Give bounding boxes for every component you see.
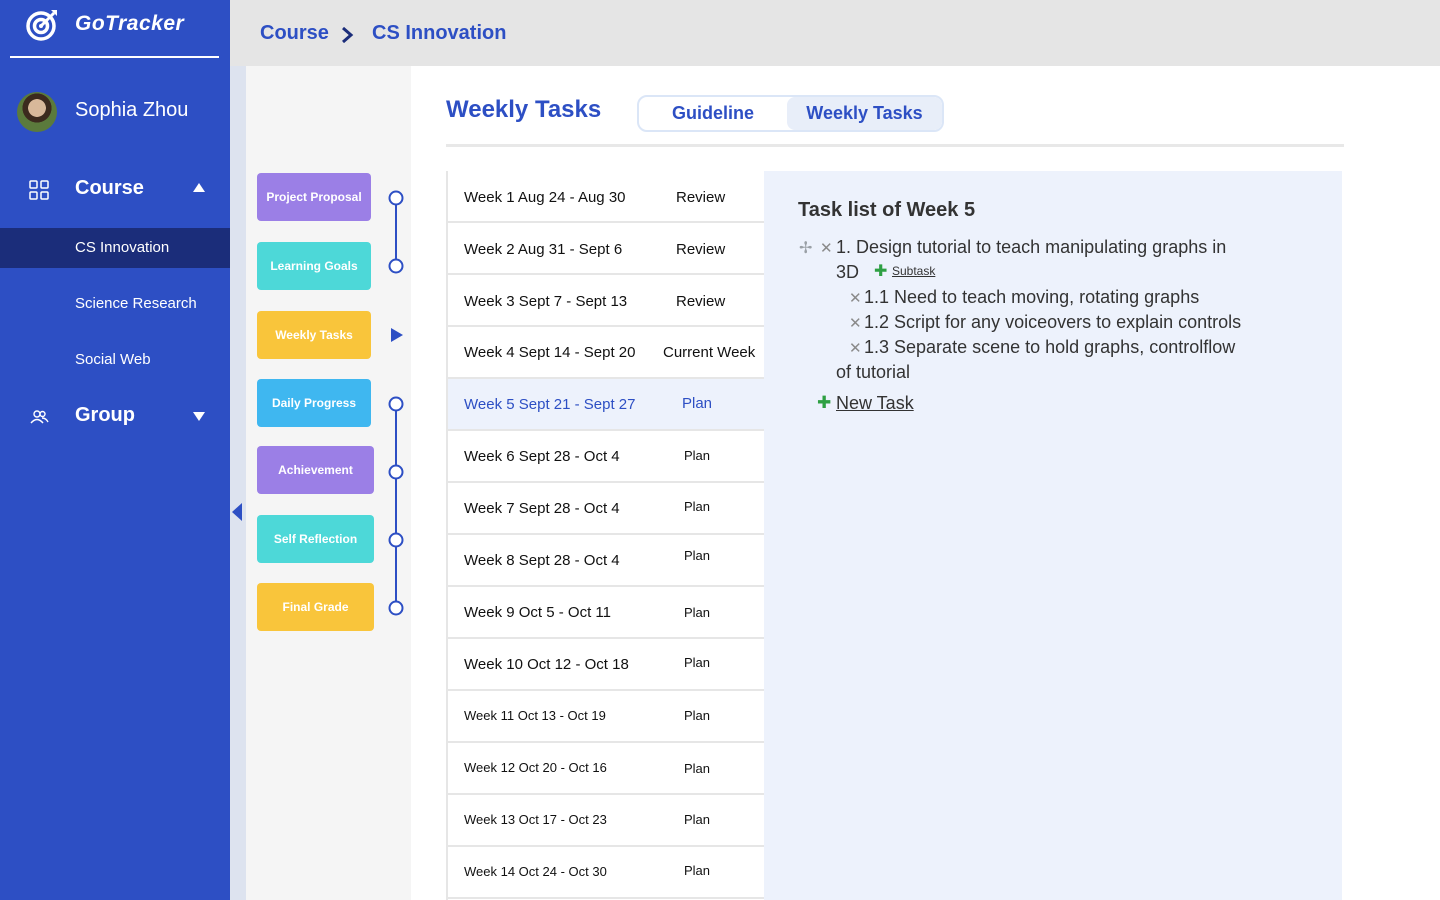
stage-self-reflection[interactable]: Self Reflection — [257, 515, 374, 563]
new-task-link[interactable]: New Task — [836, 393, 914, 414]
week-row[interactable]: Week 12 Oct 20 - Oct 16 Plan — [448, 743, 766, 795]
nav-course-label: Course — [75, 177, 144, 199]
delete-subtask-icon[interactable]: ✕ — [849, 339, 862, 357]
subtask-1-3-cont[interactable]: of tutorial — [836, 362, 910, 383]
task-panel: Task list of Week 5 ✢ ✕ 1. Design tutori… — [764, 171, 1342, 900]
app-name: GoTracker — [75, 12, 185, 35]
page-title: Weekly Tasks — [446, 96, 602, 123]
week-status: Plan — [684, 548, 711, 563]
delete-subtask-icon[interactable]: ✕ — [849, 314, 862, 332]
caret-down-icon[interactable] — [193, 412, 205, 421]
tab-guideline[interactable]: Guideline — [639, 97, 787, 130]
avatar[interactable] — [17, 92, 57, 132]
week-status: Plan — [684, 655, 711, 670]
stage-project-proposal[interactable]: Project Proposal — [257, 173, 371, 221]
delete-task-icon[interactable]: ✕ — [820, 239, 833, 257]
stage-learning-goals[interactable]: Learning Goals — [257, 242, 371, 290]
week-status: Plan — [684, 448, 711, 463]
week-label: Week 11 Oct 13 - Oct 19 — [464, 708, 606, 723]
nav-course[interactable]: Course — [0, 170, 230, 210]
drag-handle-icon[interactable]: ✢ — [799, 238, 812, 258]
chevron-right-icon — [342, 27, 354, 43]
week-label: Week 12 Oct 20 - Oct 16 — [464, 760, 607, 775]
week-label: Week 6 Sept 28 - Oct 4 — [464, 448, 620, 465]
week-row[interactable]: Week 11 Oct 13 - Oct 19 Plan — [448, 691, 766, 743]
week-label: Week 8 Sept 28 - Oct 4 — [464, 552, 620, 569]
sidebar-item-science-research[interactable]: Science Research — [0, 284, 230, 324]
add-subtask-link[interactable]: Subtask — [892, 264, 935, 278]
week-row[interactable]: Week 8 Sept 28 - Oct 4 Plan — [448, 535, 766, 587]
week-status: Plan — [684, 812, 711, 827]
collapse-left-icon[interactable] — [232, 503, 242, 521]
week-row[interactable]: Week 7 Sept 28 - Oct 4 Plan — [448, 483, 766, 535]
week-row[interactable]: Week 3 Sept 7 - Sept 13 Review — [448, 275, 766, 327]
stage-column: Project Proposal Learning Goals Weekly T… — [246, 66, 411, 900]
week-status: Plan — [684, 499, 711, 514]
week-label: Week 4 Sept 14 - Sept 20 — [464, 344, 636, 361]
current-stage-arrow-icon — [391, 328, 403, 342]
week-label: Week 3 Sept 7 - Sept 13 — [464, 293, 628, 310]
nav-group-label: Group — [75, 404, 135, 426]
add-task-icon[interactable]: ✚ — [817, 393, 831, 413]
subtask-1-3[interactable]: 1.3 Separate scene to hold graphs, contr… — [864, 337, 1235, 358]
week-row[interactable]: Week 14 Oct 24 - Oct 30 Plan — [448, 847, 766, 899]
week-status: Plan — [684, 761, 711, 776]
week-label: Week 9 Oct 5 - Oct 11 — [464, 604, 611, 621]
sidebar: GoTracker Sophia Zhou Course CS Innovati… — [0, 0, 230, 900]
subtask-1-1[interactable]: 1.1 Need to teach moving, rotating graph… — [864, 287, 1199, 308]
tab-weekly-tasks[interactable]: Weekly Tasks — [787, 97, 942, 130]
people-icon — [30, 410, 49, 424]
week-status: Plan — [682, 395, 713, 412]
week-label: Week 14 Oct 24 - Oct 30 — [464, 864, 607, 879]
view-tabs: Guideline Weekly Tasks — [637, 95, 944, 132]
week-status: Review — [676, 293, 726, 310]
breadcrumb-course[interactable]: Course — [260, 22, 329, 45]
stage-timeline — [388, 190, 404, 616]
sidebar-item-social-web[interactable]: Social Web — [0, 340, 230, 380]
week-row[interactable]: Week 13 Oct 17 - Oct 23 Plan — [448, 795, 766, 847]
week-status: Review — [676, 241, 726, 258]
target-logo-icon — [26, 10, 57, 41]
stage-final-grade[interactable]: Final Grade — [257, 583, 374, 631]
week-label: Week 5 Sept 21 - Sept 27 — [464, 396, 636, 413]
task-list-title: Task list of Week 5 — [798, 199, 976, 221]
caret-up-icon[interactable] — [193, 183, 205, 192]
week-row[interactable]: Week 4 Sept 14 - Sept 20 Current Week — [448, 327, 766, 379]
week-label: Week 10 Oct 12 - Oct 18 — [464, 656, 629, 673]
week-status: Plan — [684, 708, 711, 723]
grid-icon — [29, 180, 49, 200]
task-1-text-cont[interactable]: 3D — [836, 262, 859, 283]
stage-weekly-tasks[interactable]: Weekly Tasks — [257, 311, 371, 359]
week-row[interactable]: Week 2 Aug 31 - Sept 6 Review — [448, 223, 766, 275]
week-status: Review — [676, 189, 726, 206]
user-name: Sophia Zhou — [75, 99, 189, 121]
delete-subtask-icon[interactable]: ✕ — [849, 289, 862, 307]
week-list: Week 1 Aug 24 - Aug 30 Review Week 2 Aug… — [446, 171, 766, 900]
add-subtask-icon[interactable]: ✚ — [874, 261, 887, 281]
top-bar: Course CS Innovation — [230, 0, 1440, 66]
week-row[interactable]: Week 6 Sept 28 - Oct 4 Plan — [448, 431, 766, 483]
brand[interactable]: GoTracker — [10, 0, 219, 58]
stage-daily-progress[interactable]: Daily Progress — [257, 379, 371, 427]
week-label: Week 7 Sept 28 - Oct 4 — [464, 500, 620, 517]
week-label: Week 1 Aug 24 - Aug 30 — [464, 189, 626, 206]
week-row[interactable]: Week 1 Aug 24 - Aug 30 Review — [448, 171, 766, 223]
stage-achievement[interactable]: Achievement — [257, 446, 374, 494]
breadcrumb-cs-innovation[interactable]: CS Innovation — [372, 22, 506, 45]
week-status: Current Week — [663, 344, 756, 361]
week-row[interactable]: Week 10 Oct 12 - Oct 18 Plan — [448, 639, 766, 691]
subtask-1-2[interactable]: 1.2 Script for any voiceovers to explain… — [864, 312, 1241, 333]
task-1-text[interactable]: 1. Design tutorial to teach manipulating… — [836, 237, 1226, 258]
week-row[interactable]: Week 9 Oct 5 - Oct 11 Plan — [448, 587, 766, 639]
sidebar-collapse-strip[interactable] — [230, 66, 246, 900]
week-row-selected[interactable]: Week 5 Sept 21 - Sept 27 Plan — [448, 379, 766, 431]
nav-group[interactable]: Group — [0, 397, 230, 437]
header-divider — [446, 144, 1344, 147]
week-status: Plan — [684, 863, 711, 878]
week-label: Week 2 Aug 31 - Sept 6 — [464, 241, 623, 258]
sidebar-item-cs-innovation[interactable]: CS Innovation — [0, 228, 230, 268]
week-status: Plan — [684, 605, 711, 620]
week-label: Week 13 Oct 17 - Oct 23 — [464, 812, 607, 827]
